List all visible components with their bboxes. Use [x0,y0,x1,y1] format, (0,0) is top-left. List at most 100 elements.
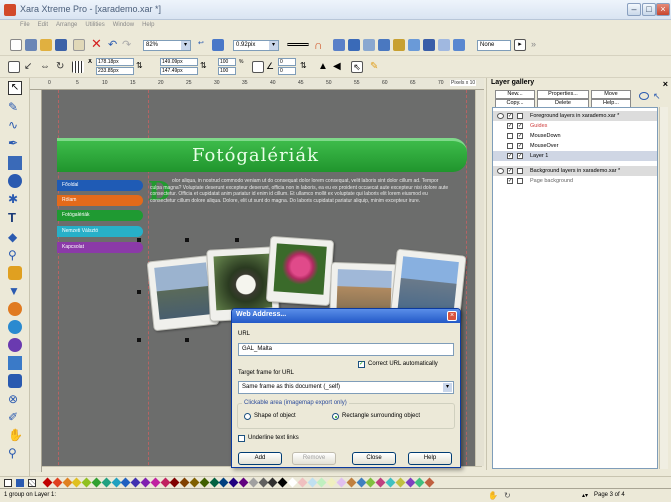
bevel-tool-icon[interactable] [8,302,22,316]
delete-icon[interactable]: ✕ [91,37,103,50]
bevel-icon[interactable] [438,39,450,51]
menu-arrange[interactable]: Arrange [52,20,81,30]
eyedropper-icon[interactable]: ✐ [8,410,22,424]
visible-checkbox[interactable]: ✓ [507,113,513,119]
underline-links-checkbox[interactable] [238,435,245,442]
layer-new-button[interactable]: New... [495,90,535,99]
no-colour-swatch[interactable] [4,479,12,487]
quickshape-tool-icon[interactable]: ✱ [8,192,22,206]
selection-handle[interactable] [185,338,189,342]
visible-checkbox[interactable]: ✓ [507,153,513,159]
spinner-icon[interactable]: ⇅ [300,61,312,73]
3d-extrude-icon[interactable]: ⊗ [8,392,22,406]
fill-tool-icon[interactable]: ◆ [8,230,22,244]
group-icon[interactable] [363,39,375,51]
contour-icon[interactable]: ▲ [318,61,330,73]
scale-lines-icon[interactable]: ↻ [56,61,68,73]
transparency-tool-icon[interactable]: ⚲ [8,248,22,262]
bounds-icon[interactable] [72,61,84,73]
effects-icon[interactable] [453,39,465,51]
text-tool-icon[interactable]: T [8,210,22,225]
vertical-scrollbar[interactable] [475,90,484,466]
visible-checkbox[interactable] [507,143,513,149]
live-effects-icon[interactable] [8,356,22,370]
contour-tool-icon[interactable] [8,320,22,334]
new-template-icon[interactable] [25,39,37,51]
layer-move-button[interactable]: Move [591,90,631,99]
rotate-mode-icon[interactable]: ↙ [24,61,36,73]
flip-handle-icon[interactable]: ⇖ [351,61,363,73]
close-window-button[interactable]: × [656,3,670,16]
nav-item-voter[interactable]: Nemzeti Válsztó [57,226,143,237]
nav-item-home[interactable]: Főoldal [57,180,143,191]
transparent-swatch[interactable] [28,479,36,487]
pointer-icon[interactable]: ↖ [653,91,661,102]
rectangle-tool-icon[interactable] [8,156,22,170]
eye-icon[interactable] [639,92,649,100]
shape-icon[interactable] [408,39,420,51]
selection-handle[interactable] [137,238,141,242]
nav-item-galleries[interactable]: Fotógalériák [57,210,143,221]
skew-input[interactable]: 0 [278,67,296,75]
url-input[interactable]: GAL_Malta [238,343,454,356]
freehand-tool-icon[interactable]: ✎ [8,100,22,114]
locked-checkbox[interactable]: ✓ [517,153,523,159]
selection-handle[interactable] [185,238,189,242]
scale-width-input[interactable]: 100 [218,58,236,66]
push-tool-icon[interactable]: ✋ [8,428,23,442]
layer-row[interactable]: ✓ ✓ Layer 1 [493,151,657,161]
locked-checkbox[interactable] [517,168,523,174]
layer-properties-button[interactable]: Properties... [537,90,589,99]
zoom-previous-icon[interactable]: ↩ [198,39,210,51]
menu-help[interactable]: Help [138,20,158,30]
scale-height-input[interactable]: 100 [218,67,236,75]
eye-icon[interactable] [497,168,504,174]
magnet-icon[interactable]: ∩ [314,38,326,52]
nav-item-about[interactable]: Rólam [57,195,143,206]
pen-tool-icon[interactable]: ✒ [8,136,22,150]
spinner-icon[interactable]: ⇅ [136,61,148,73]
layer-row[interactable]: ✓ MouseDown [493,131,657,141]
help-button[interactable]: Help [408,452,452,465]
locked-checkbox[interactable]: ✓ [517,123,523,129]
height-input[interactable]: 147.49px [160,67,198,75]
layer-list-scrollbar[interactable] [659,107,668,469]
remove-button[interactable]: Remove [292,452,336,465]
x-input[interactable]: 178.18px [96,58,134,66]
ellipse-tool-icon[interactable] [8,174,22,188]
open-icon[interactable] [40,39,52,51]
menu-window[interactable]: Window [109,20,138,30]
selector-mode-icon[interactable] [8,61,20,73]
fill-arrow-icon[interactable]: ▸ [514,39,526,51]
visible-checkbox[interactable]: ✓ [507,178,513,184]
undo-icon[interactable]: ↶ [108,38,120,51]
selection-handle[interactable] [137,338,141,342]
layer-row[interactable]: ✓ Page background [493,176,657,186]
selection-handle[interactable] [235,238,239,242]
shape-editor-icon[interactable]: ∿ [8,118,22,132]
menu-file[interactable]: File [16,20,34,30]
palette-menu-icon[interactable] [16,479,24,487]
new-document-icon[interactable] [10,39,22,51]
angle-input[interactable]: 0 [278,58,296,66]
layer-row[interactable]: ✓ MouseOver [493,141,657,151]
feather-tool-icon[interactable] [8,374,22,388]
copy-icon[interactable] [73,39,85,51]
fill-none-combo[interactable]: None [477,40,511,51]
flip-icon[interactable]: ⇔ [40,61,52,73]
locked-checkbox[interactable]: ✓ [517,143,523,149]
text-fit-icon[interactable] [423,39,435,51]
fill-icon[interactable]: ◀ [333,61,345,73]
menu-utilities[interactable]: Utilities [81,20,108,30]
add-button[interactable]: Add [238,452,282,465]
save-icon[interactable] [55,39,67,51]
selector-tool-icon[interactable]: ↖ [8,81,22,95]
close-button[interactable]: Close [352,452,396,465]
y-input[interactable]: 233.85px [96,67,134,75]
zoom-tool-icon[interactable]: ⚲ [8,446,22,460]
locked-checkbox[interactable] [517,178,523,184]
width-input[interactable]: 149.09px [160,58,198,66]
photo-frame[interactable] [265,235,335,307]
line-width-combo[interactable]: 0.92pix ▾ [233,40,279,51]
align-icon[interactable] [348,39,360,51]
